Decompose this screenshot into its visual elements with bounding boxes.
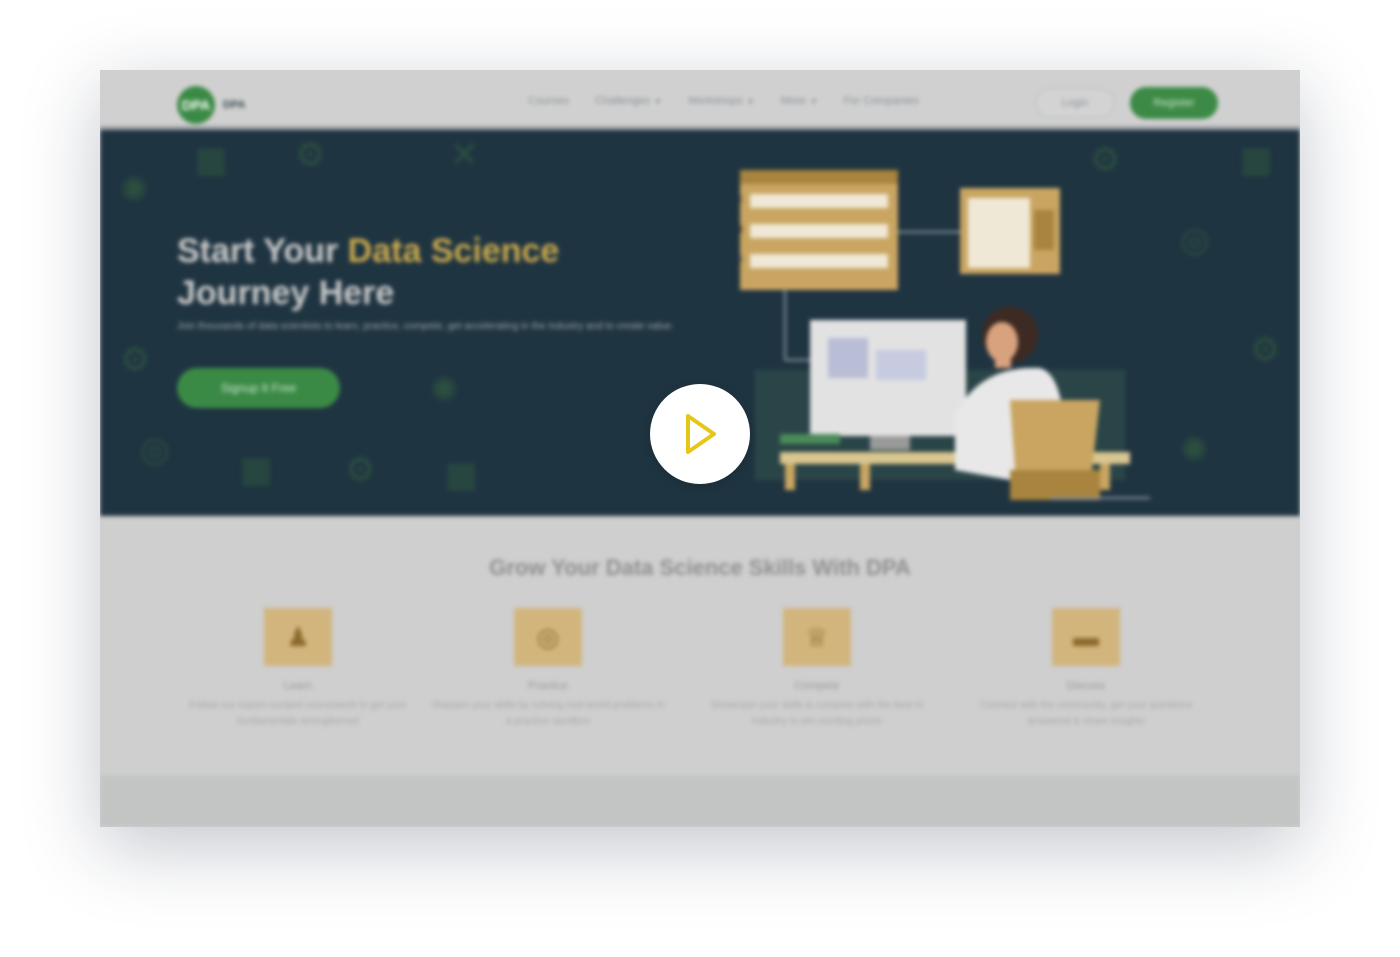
signup-button[interactable]: Signup It Free (177, 368, 340, 408)
nav-item-workshops[interactable]: Workshops ▼ (688, 95, 755, 107)
play-icon (686, 414, 716, 454)
chat-icon: ▬ (1052, 608, 1120, 666)
feature-description: Sharpen your skills by solving real-worl… (431, 700, 665, 727)
hero-title: Start Your Data Science Journey Here (177, 230, 617, 314)
trophy-icon: ♕ (783, 608, 851, 666)
nav-item-challenges[interactable]: Challenges ▼ (595, 95, 662, 107)
login-button[interactable]: Login (1035, 88, 1115, 118)
main-nav: Courses Challenges ▼ Workshops ▼ More ▼ For… (528, 95, 919, 107)
decorative-bulb-icon: ✺ (120, 171, 149, 209)
feature-name: Practice (528, 680, 568, 692)
decorative-globe-icon: ◎ (140, 431, 170, 469)
feature-name: Learn (283, 680, 313, 692)
decorative-gear-icon: ⚙ (295, 136, 326, 174)
decorative-gear-icon: ⚙ (120, 341, 151, 379)
feature-card-practice: ◎ Practice Sharpen your skills by solvin… (428, 608, 668, 730)
target-icon: ◎ (514, 608, 582, 666)
features-title: Grow Your Data Science Skills With DPA (489, 555, 911, 580)
feature-description: Connect with the community, get your que… (979, 700, 1193, 727)
logo-mark-icon: DPA (177, 86, 215, 124)
hero-title-suffix: Journey Here (177, 274, 395, 312)
nav-item-more[interactable]: More ▼ (781, 95, 818, 107)
logo-text: DPA (223, 99, 246, 111)
chevron-down-icon: ▼ (746, 97, 755, 106)
nav-item-courses[interactable]: Courses (528, 95, 569, 107)
learner-icon: ♟ (264, 608, 332, 666)
feature-name: Compete (794, 680, 840, 692)
hero-illustration (740, 170, 1150, 500)
decorative-gear-icon: ✺ (430, 371, 459, 409)
feature-description: Showcase your skills & compete with the … (710, 700, 924, 727)
decorative-grid-icon: ▦ (445, 456, 478, 494)
decorative-gear-icon: ⚙ (345, 451, 376, 489)
feature-card-learn: ♟ Learn Follow our expert-curated course… (178, 608, 418, 730)
hero-title-accent: Data Science (347, 232, 560, 270)
decorative-star-icon: ✕ (450, 136, 479, 174)
decorative-grid-icon: ▦ (195, 141, 228, 179)
feature-card-discuss: ▬ Discuss Connect with the community, ge… (966, 608, 1206, 730)
nav-item-for-companies[interactable]: For Companies (844, 95, 919, 107)
feature-name: Discuss (1066, 680, 1106, 692)
chevron-down-icon: ▼ (809, 97, 818, 106)
register-button[interactable]: Register (1130, 87, 1218, 119)
play-video-button[interactable] (650, 384, 750, 484)
feature-description: Follow our expert-curated coursework to … (189, 700, 407, 727)
hero-subtitle: Join thousands of data scientists to lea… (177, 321, 674, 332)
decorative-grid-icon: ▦ (240, 451, 273, 489)
hero-title-prefix: Start Your (177, 232, 348, 270)
feature-card-compete: ♕ Compete Showcase your skills & compete… (697, 608, 937, 730)
chevron-down-icon: ▼ (654, 97, 662, 106)
site-header: DPA DPA Courses Challenges ▼ Workshops ▼ M… (100, 70, 1300, 130)
next-section-band (100, 775, 1300, 827)
site-logo[interactable]: DPA DPA (177, 86, 245, 124)
